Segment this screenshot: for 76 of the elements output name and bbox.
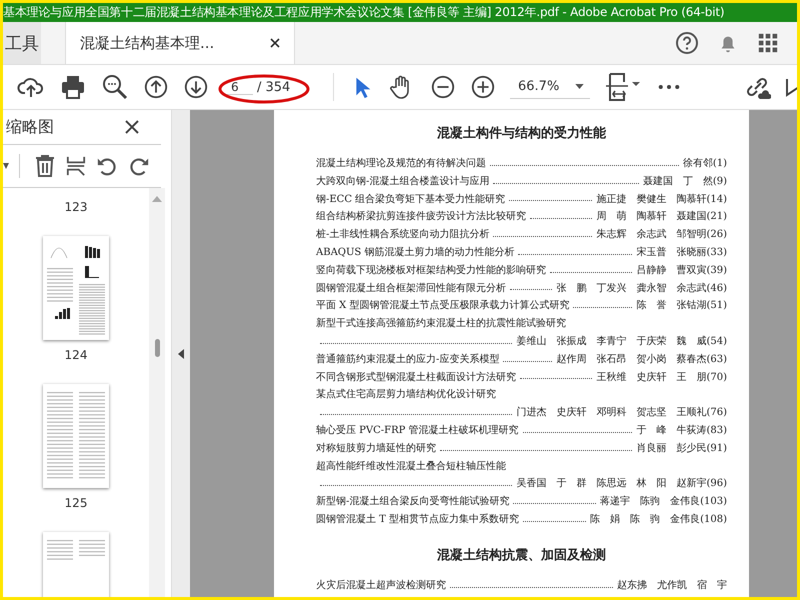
leader-line <box>573 306 632 308</box>
entry-authors: 吴香国 于 群 陈思远 林 阳 赵新宇(96) <box>516 476 727 490</box>
panel-title: 缩略图 <box>6 116 54 138</box>
print-icon[interactable] <box>59 73 87 101</box>
leader-line <box>503 360 552 362</box>
entry-title: 桩-土非线性耦合系统竖向动力阻抗分析 <box>316 228 490 242</box>
zoom-in-icon[interactable] <box>470 74 496 100</box>
entry-authors: 于 峰 牛荻涛(83) <box>636 424 727 437</box>
entry-title: 新型钢-混凝土组合梁反向受弯性能试验研究 <box>316 494 510 508</box>
entry-title: 普通箍筋约束混凝土的应力-应变关系模型 <box>316 352 500 366</box>
entry-authors: 张 鹏 丁发兴 龚永智 余志武(46) <box>556 282 727 295</box>
entry-title: 混凝土结构理论及规范的有待解决问题 <box>316 156 486 170</box>
page-number-field[interactable]: 6 <box>223 80 253 94</box>
entry-title: 某点式住宅高层剪力墙结构优化设计研究 <box>316 388 496 402</box>
entry-authors: 宋玉普 张晓丽(33) <box>636 246 727 259</box>
entry-title: 火灾后混凝土超声波检测研究 <box>316 578 446 592</box>
entry-title: ABAQUS 钢筋混凝土剪力墙的动力性能分析 <box>316 246 514 259</box>
entry-title: 钢-ECC 组合梁负弯矩下基本受力性能研究 <box>316 192 506 206</box>
page-thumbnail[interactable] <box>43 384 109 488</box>
section-heading: 混凝土结构抗震、加固及检测 <box>436 546 607 564</box>
entry-title: 平面 X 型圆钢管混凝土节点受压极限承载力计算公式研究 <box>316 298 570 312</box>
entry-authors: 聂建国 丁 然(9) <box>642 174 727 188</box>
leader-line <box>510 288 552 290</box>
page-thumbnail[interactable] <box>43 236 109 340</box>
trash-icon[interactable] <box>34 154 56 178</box>
entry-authors: 施正捷 樊健生 陶慕轩(14) <box>596 192 727 206</box>
tab[interactable]: 工具 <box>3 22 41 64</box>
leader-line <box>523 520 586 522</box>
entry-authors: 吕静静 曹双寅(39) <box>636 264 727 277</box>
page-number-label: 123 <box>64 200 88 214</box>
page-number-label: 124 <box>64 348 88 362</box>
close-icon[interactable] <box>270 38 280 48</box>
panel-toggle[interactable] <box>172 110 190 597</box>
page-number-label: 125 <box>64 496 88 510</box>
entry-authors: 徐有邻(1) <box>682 157 727 170</box>
entry-title: 不同含钢形式型钢混凝土柱截面设计方法研究 <box>316 370 516 384</box>
search-icon[interactable] <box>101 73 129 101</box>
entry-authors: 蒋递宇 陈驹 金伟良(103) <box>600 494 727 508</box>
entry-title: 新型干式连接高强箍筋约束混凝土柱的抗震性能试验研究 <box>316 316 566 330</box>
previous-page-icon[interactable] <box>143 74 169 100</box>
entry-authors: 肖良丽 彭少民(91) <box>636 442 727 455</box>
close-icon[interactable] <box>125 120 139 134</box>
entry-title: 圆钢管混凝土 T 型相贯节点应力集中系数研究 <box>316 512 520 526</box>
section-heading: 混凝土构件与结构的受力性能 <box>436 124 607 142</box>
entry-title: 圆钢管混凝土组合框架滞回性能有限元分析 <box>316 282 506 295</box>
zoom-out-icon[interactable] <box>430 74 456 100</box>
entry-title: 轴心受压 PVC-FRP 管混凝土柱破坏机理研究 <box>316 424 519 437</box>
scrollbar[interactable] <box>149 188 165 597</box>
entry-authors: 陈 誉 张钴湖(51) <box>636 298 727 312</box>
entry-authors: 周 萌 陶慕轩 聂建国(21) <box>596 210 727 224</box>
entry-authors: 陈 娟 陈 驹 金伟良(108) <box>590 512 727 526</box>
next-page-icon[interactable] <box>183 74 209 100</box>
entry-title: 超高性能纤维改性混凝土叠合短柱轴压性能 <box>316 460 506 473</box>
zoom-dropdown[interactable]: 66.7% <box>510 75 590 99</box>
window-title: 基本理论与应用全国第十二届混凝土结构基本理论及工程应用学术会议论文集 [金伟良等 主编] 2012年.pdf - Adobe Acrobat Pro (64-bit) <box>3 5 724 19</box>
apps-grid-icon[interactable] <box>757 32 779 54</box>
entry-authors: 门进杰 史庆轩 邓明科 贺志坚 王顺礼(76) <box>516 406 727 420</box>
entry-authors: 赵东拂 尤作凯 宿 宇 <box>617 578 727 592</box>
entry-authors: 赵作周 张石昂 贺小岗 蔡春杰(63) <box>556 352 727 366</box>
caret-icon <box>575 84 584 89</box>
extract-pages-icon[interactable] <box>66 155 86 177</box>
collapse-arrow-icon[interactable] <box>178 348 184 358</box>
tab[interactable]: 混凝土结构基本理... <box>65 22 295 64</box>
caret-icon[interactable] <box>3 163 9 169</box>
entry-authors: 姜维山 张振成 李青宁 于庆荣 魏 威(54) <box>516 334 727 348</box>
more-icon[interactable] <box>658 84 680 90</box>
entry-title: 竖向荷载下现浇楼板对框架结构受力性能的影响研究 <box>316 264 546 277</box>
leader-line <box>530 217 592 220</box>
entry-authors: 王秋维 史庆轩 王 朋(70) <box>596 370 727 384</box>
scroll-thumb[interactable] <box>154 339 160 357</box>
page-total: / 354 <box>257 80 290 94</box>
entry-title: 对称短肢剪力墙延性的研究 <box>316 442 436 455</box>
entry-title: 组合结构桥梁抗剪连接件疲劳设计方法比较研究 <box>316 210 526 224</box>
help-icon[interactable] <box>675 31 699 55</box>
entry-title: 大跨双向钢-混凝土组合楼盖设计与应用 <box>316 174 490 188</box>
entry-authors: 朱志辉 余志武 邹智明(26) <box>596 228 727 242</box>
